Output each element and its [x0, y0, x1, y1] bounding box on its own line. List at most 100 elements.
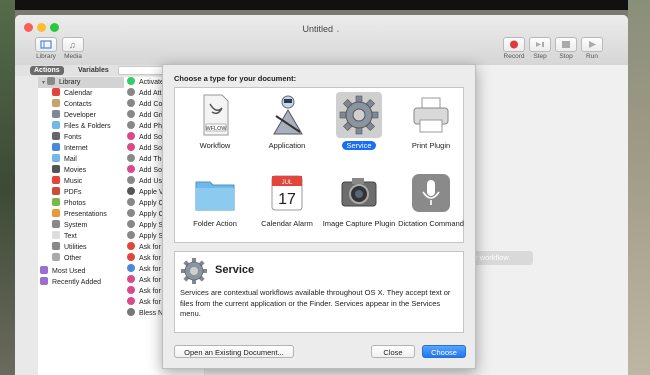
step-button[interactable]: [529, 37, 551, 52]
desktop-edge-top: [0, 0, 650, 10]
category-icon: [52, 154, 60, 162]
list-item-most-used[interactable]: Most Used: [38, 266, 124, 277]
document-type-sheet: Choose a type for your document: WFLOW W…: [162, 64, 476, 369]
action-icon: [127, 110, 135, 118]
category-icon: [52, 220, 60, 228]
type-workflow[interactable]: WFLOW Workflow: [175, 88, 255, 158]
action-icon: [127, 253, 135, 261]
sidebar-item-music[interactable]: Music: [38, 176, 124, 187]
action-icon: [127, 231, 135, 239]
sidebar-item-files-folders[interactable]: Files & Folders: [38, 121, 124, 132]
gear-icon: [339, 95, 379, 135]
sidebar-item-pdfs[interactable]: PDFs: [38, 187, 124, 198]
action-icon: [127, 242, 135, 250]
library-button[interactable]: [35, 37, 57, 52]
camera-icon: [341, 178, 377, 207]
sidebar-item-label: PDFs: [64, 189, 82, 196]
category-icon: [52, 110, 60, 118]
category-icon: [52, 242, 60, 250]
action-label: Add Gri: [139, 112, 163, 119]
action-icon: [127, 99, 135, 107]
workflow-hint: r workflow.: [471, 251, 533, 265]
sidebar-item-internet[interactable]: Internet: [38, 143, 124, 154]
sidebar-item-photos[interactable]: Photos: [38, 198, 124, 209]
category-icon: [52, 176, 60, 184]
sheet-title: Choose a type for your document:: [174, 74, 297, 83]
smart-folder-icon: [40, 266, 48, 274]
type-print-plugin[interactable]: Print Plugin: [391, 88, 471, 158]
sidebar-item-movies[interactable]: Movies: [38, 165, 124, 176]
title-bar: Untitled ⌄ ♫ Library Media Record Step S…: [15, 15, 628, 66]
action-label: Ask for: [139, 244, 161, 251]
sidebar-item-system[interactable]: System: [38, 220, 124, 231]
action-label: Apply C: [139, 200, 164, 207]
gear-icon: [181, 258, 207, 284]
type-folder-action[interactable]: Folder Action: [175, 166, 255, 236]
action-icon: [127, 121, 135, 129]
sidebar-item-presentations[interactable]: Presentations: [38, 209, 124, 220]
sidebar-item-label: Fonts: [64, 134, 82, 141]
sidebar-item-label: Movies: [64, 167, 87, 174]
action-icon: [127, 220, 135, 228]
sidebar-item-mail[interactable]: Mail: [38, 154, 124, 165]
sidebar-item-label: Mail: [64, 156, 77, 163]
list-item-recently-added[interactable]: Recently Added: [38, 277, 124, 288]
close-button[interactable]: Close: [371, 345, 415, 358]
type-dictation-command[interactable]: Dictation Command: [391, 166, 471, 236]
action-icon: [127, 165, 135, 173]
tab-variables[interactable]: Variables: [74, 66, 113, 75]
type-application[interactable]: Application: [247, 88, 327, 158]
sidebar-item-text[interactable]: Text: [38, 231, 124, 242]
wflow-label: WFLOW: [205, 126, 227, 132]
sidebar-item-label: System: [64, 222, 88, 229]
action-icon: [127, 154, 135, 162]
action-label: Ask for: [139, 277, 161, 284]
media-button[interactable]: ♫: [62, 37, 84, 52]
action-icon: [127, 275, 135, 283]
sidebar-item-contacts[interactable]: Contacts: [38, 99, 124, 110]
library-list: ▾ Library Calendar Contacts Developer Files…: [38, 77, 125, 375]
desktop-background-right: [628, 0, 650, 375]
calendar-month: JUL: [282, 180, 293, 186]
type-image-capture-plugin[interactable]: Image Capture Plugin: [319, 166, 399, 236]
automator-robot-icon: [273, 95, 303, 135]
media-icon: ♫: [69, 40, 76, 50]
stop-button[interactable]: [555, 37, 577, 52]
smart-folder-icon: [40, 277, 48, 285]
action-label: Ask for: [139, 299, 161, 306]
sidebar-item-developer[interactable]: Developer: [38, 110, 124, 121]
type-service[interactable]: Service: [319, 88, 399, 158]
record-button[interactable]: [503, 37, 525, 52]
category-icon: [52, 121, 60, 129]
action-icon: [127, 77, 135, 85]
library-header[interactable]: ▾ Library: [38, 77, 124, 88]
type-dictation-command-label: Dictation Command: [398, 219, 464, 228]
description-text: Services are contextual workflows availa…: [180, 288, 451, 318]
sidebar-item-label: Music: [64, 178, 83, 185]
sidebar-item-utilities[interactable]: Utilities: [38, 242, 124, 253]
sidebar-item-label: Photos: [64, 200, 86, 207]
tab-actions[interactable]: Actions: [30, 66, 64, 75]
sidebar-item-other[interactable]: Other: [38, 253, 124, 264]
stop-icon: [562, 41, 570, 48]
open-existing-document-button[interactable]: Open an Existing Document...: [174, 345, 294, 358]
type-description-panel: Service Services are contextual workflow…: [174, 251, 464, 333]
step-icon: [536, 42, 544, 47]
library-label: Library: [36, 53, 56, 60]
action-icon: [127, 286, 135, 294]
category-icon: [52, 209, 60, 217]
run-button[interactable]: [581, 37, 603, 52]
document-type-gallery: WFLOW Workflow Application Service Print…: [174, 87, 464, 243]
action-label: Ask for: [139, 266, 161, 273]
action-label: Ask for: [139, 288, 161, 295]
type-calendar-alarm-label: Calendar Alarm: [261, 219, 313, 228]
action-icon: [127, 143, 135, 151]
action-icon: [127, 187, 135, 195]
choose-button[interactable]: Choose: [422, 345, 466, 358]
category-icon: [52, 165, 60, 173]
sidebar-item-label: Calendar: [64, 90, 93, 97]
sidebar-item-fonts[interactable]: Fonts: [38, 132, 124, 143]
action-label: Add Col: [139, 101, 164, 108]
sidebar-item-calendar[interactable]: Calendar: [38, 88, 124, 99]
type-calendar-alarm[interactable]: JUL 17 Calendar Alarm: [247, 166, 327, 236]
